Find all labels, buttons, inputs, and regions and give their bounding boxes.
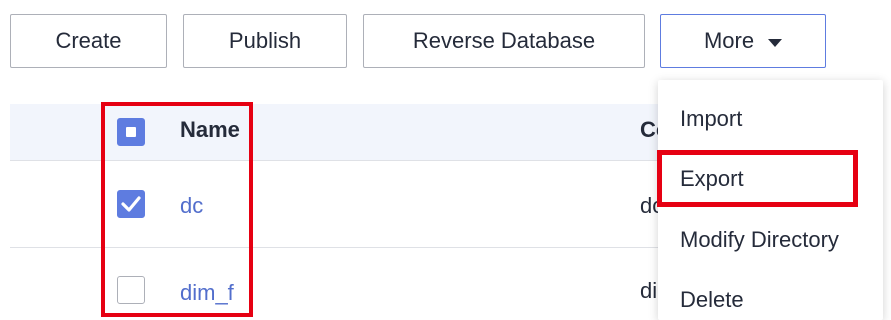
highlight-box-export	[657, 150, 858, 207]
reverse-database-button-label: Reverse Database	[412, 28, 596, 53]
publish-button[interactable]: Publish	[183, 14, 347, 68]
reverse-database-button[interactable]: Reverse Database	[363, 14, 645, 68]
menu-item-modify-directory[interactable]: Modify Directory	[680, 227, 839, 253]
highlight-box-checkboxes	[101, 102, 253, 317]
caret-down-icon	[768, 38, 783, 47]
create-button[interactable]: Create	[10, 14, 167, 68]
row-second-cell: di	[640, 278, 658, 303]
menu-item-import[interactable]: Import	[680, 106, 742, 132]
create-button-label: Create	[55, 28, 122, 53]
publish-button-label: Publish	[228, 28, 302, 53]
more-button-label: More	[703, 28, 755, 53]
more-button[interactable]: More	[660, 14, 826, 68]
menu-item-delete[interactable]: Delete	[680, 287, 744, 313]
